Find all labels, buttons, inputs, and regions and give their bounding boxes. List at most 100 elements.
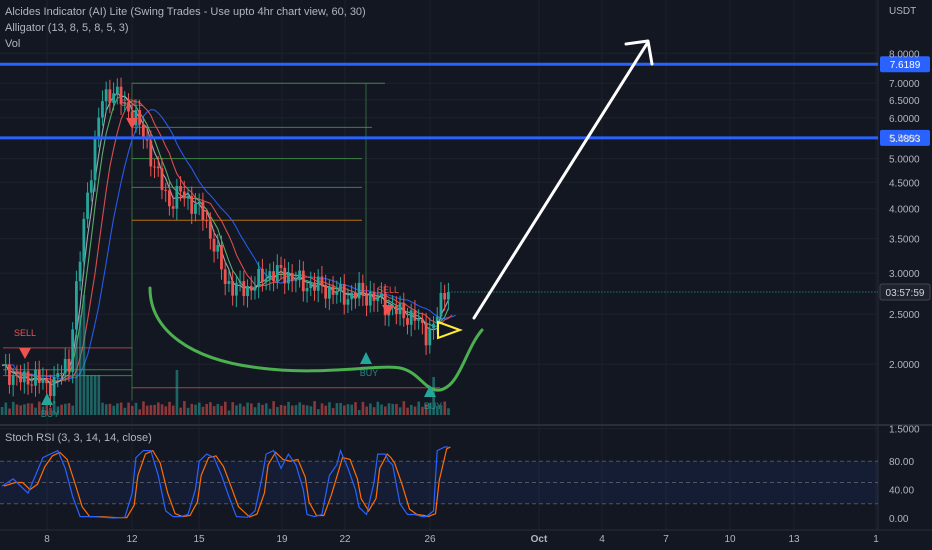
- candle-body: [179, 186, 182, 192]
- candle-body: [197, 201, 201, 204]
- candle-body: [249, 286, 253, 291]
- volume-bar: [75, 335, 78, 415]
- volume-bar: [60, 404, 63, 415]
- volume-bar: [246, 402, 249, 415]
- candle-body: [290, 272, 294, 282]
- volume-bar: [395, 403, 398, 415]
- volume-bar: [201, 406, 205, 415]
- volume-bar: [313, 401, 316, 415]
- volume-bar: [317, 409, 320, 415]
- candle-body: [368, 291, 372, 306]
- volume-bar: [97, 375, 101, 415]
- indicator-legend-vol[interactable]: Vol: [5, 38, 20, 50]
- candle-body: [268, 271, 272, 280]
- candle-body: [287, 272, 290, 284]
- sell-signal-label: SELL: [377, 285, 399, 295]
- volume-bar: [290, 405, 294, 415]
- candle-body: [432, 323, 435, 329]
- candle-body: [443, 292, 447, 300]
- volume-bar: [391, 403, 394, 415]
- volume-bar: [194, 404, 197, 415]
- volume-bar: [67, 403, 71, 415]
- volume-bar: [335, 403, 339, 415]
- indicator-legend-stoch[interactable]: Stoch RSI (3, 3, 14, 14, close): [5, 432, 152, 444]
- volume-bar: [443, 401, 447, 415]
- candle-body: [4, 364, 8, 366]
- candle-body: [82, 218, 86, 262]
- candle-body: [108, 89, 112, 103]
- price-tick-label: 4.5000: [889, 178, 920, 189]
- candle-body: [275, 265, 279, 282]
- volume-bar: [261, 404, 264, 415]
- candle-body: [234, 282, 238, 296]
- candle-body: [342, 284, 346, 305]
- volume-bar: [305, 405, 309, 415]
- annotations: [148, 39, 654, 392]
- stoch-tick-label: 40.00: [889, 486, 914, 497]
- candle-body: [398, 303, 402, 315]
- candle-body: [48, 383, 52, 397]
- time-tick-label: 7: [663, 534, 669, 545]
- volume-bar: [309, 406, 313, 415]
- volume-bar: [19, 405, 22, 415]
- candle-body: [320, 276, 324, 285]
- candle-body: [141, 124, 145, 138]
- volume-bar: [190, 403, 194, 415]
- countdown-label: 03:57:59: [886, 288, 925, 299]
- volume-bar: [346, 404, 350, 415]
- candle-body: [194, 203, 197, 214]
- candle-body: [8, 364, 11, 385]
- candle-body: [212, 238, 216, 252]
- volume-bar: [101, 402, 104, 415]
- volume-bar: [4, 402, 8, 415]
- candle-body: [71, 329, 75, 372]
- candle-body: [413, 310, 417, 321]
- volume-bar: [212, 406, 216, 415]
- price-tick-label: 2.5000: [889, 310, 920, 321]
- candle-body: [313, 282, 316, 291]
- candle-body: [86, 192, 89, 219]
- candle-body: [201, 201, 205, 221]
- volume-bar: [145, 405, 149, 415]
- volume-bar: [134, 402, 138, 415]
- candle-body: [67, 358, 71, 372]
- buy-signal-label: BUY: [424, 401, 443, 411]
- volume-bar: [343, 405, 346, 415]
- volume-bar: [224, 401, 227, 415]
- candle-body: [335, 291, 339, 295]
- candle-body: [112, 93, 115, 103]
- candle-body: [428, 328, 432, 346]
- indicator-legend-alligator[interactable]: Alligator (13, 8, 5, 8, 5, 3): [5, 22, 129, 34]
- candle-body: [324, 284, 328, 299]
- volume-bar: [287, 401, 290, 415]
- candle-body: [301, 270, 305, 292]
- candle-body: [93, 137, 97, 181]
- volume-bar: [398, 407, 402, 415]
- volume-bar: [71, 405, 75, 415]
- buy-signal-label: BUY: [360, 368, 379, 378]
- volume-bar: [160, 404, 164, 415]
- volume-bar: [253, 407, 257, 415]
- time-tick-label: 15: [193, 534, 205, 545]
- candle-body: [19, 375, 22, 383]
- candle-body: [22, 371, 26, 383]
- candle-body: [11, 375, 15, 385]
- volume-bar: [78, 315, 82, 415]
- candle-body: [316, 276, 320, 291]
- candle-body: [261, 268, 264, 282]
- level-price-label: 7.6189: [890, 60, 921, 71]
- volume-bar: [116, 403, 119, 415]
- volume-bar: [365, 406, 368, 415]
- candle-body: [242, 281, 246, 297]
- candle-body: [26, 371, 30, 385]
- chart-canvas: 7.61895.485303:57:59 SELL SELL SELL BUY BUY B…: [0, 0, 932, 545]
- candle-body: [372, 291, 376, 301]
- volume-bar: [175, 370, 179, 415]
- indicator-legend-main[interactable]: Alcides Indicator (AI) Lite (Swing Trade…: [5, 6, 366, 18]
- time-tick-label: Oct: [531, 534, 548, 545]
- candle-body: [439, 292, 443, 317]
- volume-bar: [168, 401, 171, 415]
- candle-body: [63, 358, 67, 374]
- cup-annotation: [148, 286, 484, 392]
- candle-body: [257, 268, 261, 287]
